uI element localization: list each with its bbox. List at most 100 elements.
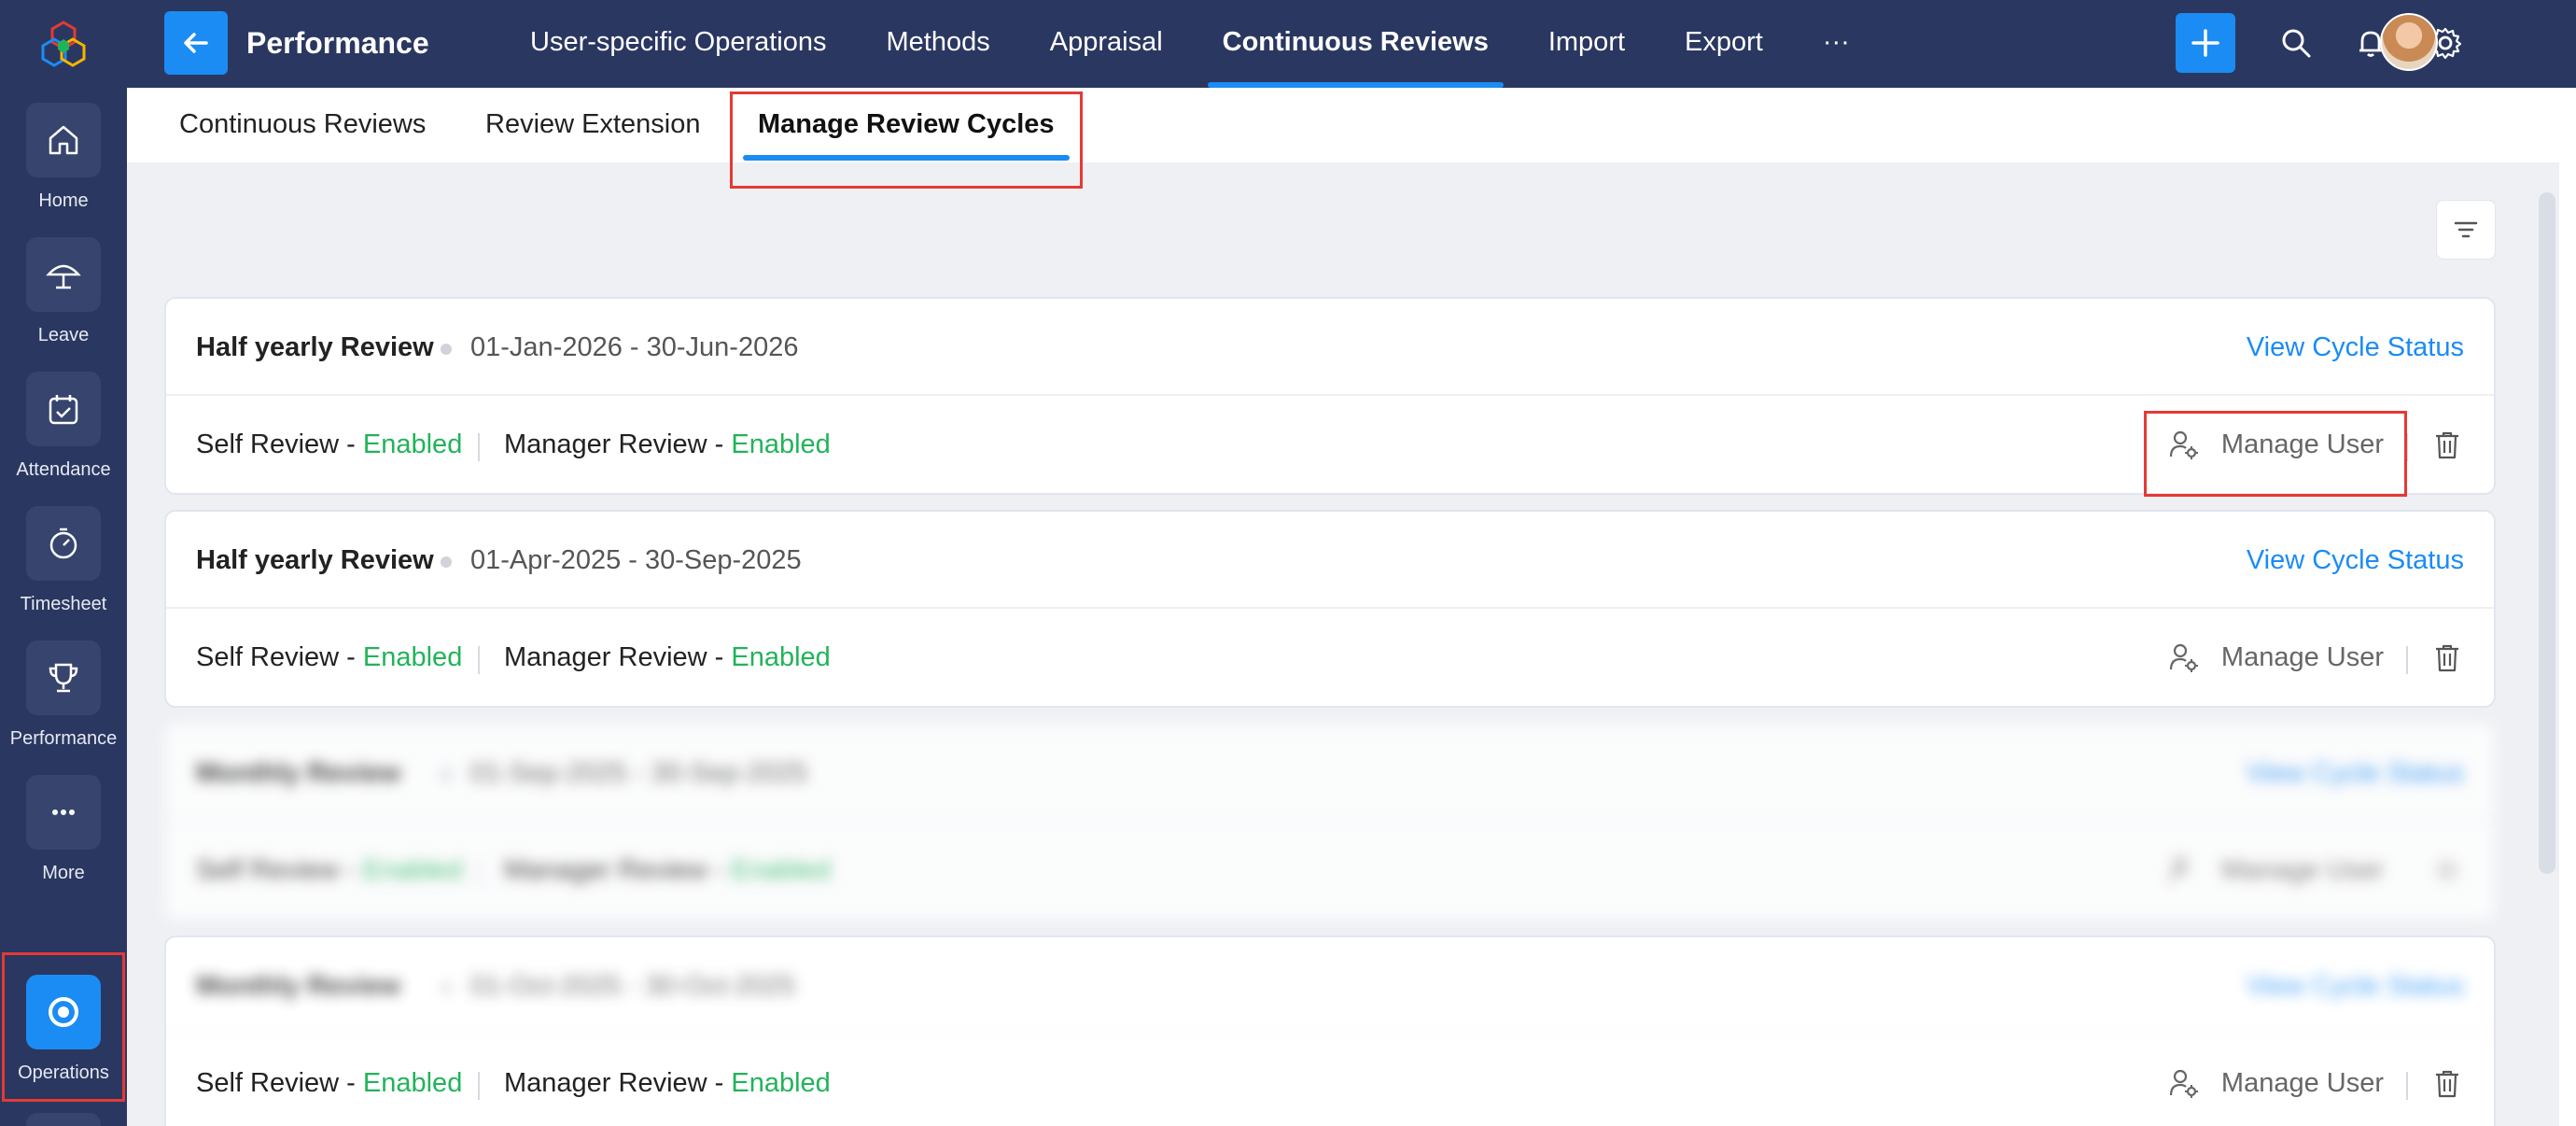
rail-item-label: More (42, 863, 85, 883)
view-cycle-status-link[interactable]: View Cycle Status (2247, 758, 2464, 789)
filter-button[interactable] (2436, 200, 2496, 260)
rail-item-label: Leave (37, 325, 90, 345)
view-cycle-status-link[interactable]: View Cycle Status (2247, 332, 2464, 363)
manage-user-button[interactable]: Manage User (2165, 1063, 2384, 1104)
rail-item-more[interactable]: More (0, 775, 127, 884)
self-review-label: Self Review - (196, 1068, 363, 1098)
self-review-value: Enabled (362, 642, 463, 672)
user-settings-icon (2165, 639, 2203, 676)
manager-review-value: Enabled (731, 1068, 831, 1098)
nav-methods[interactable]: Methods (857, 0, 1020, 88)
self-review-value: Enabled (362, 855, 463, 885)
scrollbar-thumb[interactable] (2539, 192, 2555, 874)
self-review-status: Self Review - Enabled (196, 429, 462, 460)
manager-review-label: Manager Review - (504, 1068, 732, 1098)
divider (478, 859, 480, 887)
manage-user-button[interactable]: Manage User (2165, 637, 2384, 678)
scroll-track (2559, 88, 2576, 1126)
view-cycle-status-link[interactable]: View Cycle Status (2247, 971, 2464, 1002)
separator-dot (441, 982, 452, 993)
manager-review-status: Manager Review - Enabled (504, 642, 831, 673)
separator-dot (441, 769, 452, 781)
subtab-review-extension[interactable]: Review Extension (485, 88, 701, 162)
rail-item-partial (26, 1113, 101, 1126)
subtab-label: Continuous Reviews (179, 109, 427, 139)
manager-review-value: Enabled (731, 855, 831, 885)
subtab-label: Review Extension (485, 109, 701, 139)
rail-item-timesheet[interactable]: Timesheet (0, 506, 127, 615)
nav-export[interactable]: Export (1655, 0, 1793, 88)
divider (478, 433, 480, 461)
search-icon[interactable] (2277, 24, 2315, 62)
add-button[interactable] (2176, 13, 2235, 73)
review-cycle-card: Monthly Review 01-Oct-2025 - 30-Oct-2025… (164, 936, 2496, 1126)
self-review-value: Enabled (362, 429, 463, 459)
self-review-value: Enabled (362, 1068, 463, 1098)
rail-item-label: Home (38, 190, 89, 211)
rail-item-leave[interactable]: Leave (0, 237, 127, 346)
cycle-name: Half yearly Review (196, 332, 434, 362)
nav-more-menu[interactable]: ··· (1793, 0, 1880, 88)
divider (478, 646, 480, 674)
separator-dot (441, 344, 452, 355)
user-settings-icon (2165, 852, 2203, 889)
self-review-label: Self Review - (196, 642, 363, 672)
more-dots-icon (26, 775, 101, 850)
separator-dot (441, 556, 452, 568)
operations-highlight-box (2, 952, 125, 1102)
self-review-status: Self Review - Enabled (196, 1068, 462, 1099)
divider (2406, 1072, 2408, 1100)
rail-item-label: Timesheet (20, 594, 107, 614)
trash-icon[interactable] (2429, 1064, 2466, 1102)
top-nav: User-specific Operations Methods Apprais… (500, 0, 1880, 88)
manage-user-label: Manage User (2220, 854, 2384, 885)
manager-review-value: Enabled (731, 642, 831, 672)
user-avatar[interactable] (2380, 13, 2438, 71)
divider (478, 1072, 480, 1100)
subtab-bar: Continuous Reviews Review Extension Mana… (127, 88, 2559, 162)
self-review-status: Self Review - Enabled (196, 855, 462, 886)
manager-review-status: Manager Review - Enabled (504, 429, 831, 460)
view-cycle-status-link[interactable]: View Cycle Status (2247, 545, 2464, 576)
manager-review-label: Manager Review - (504, 642, 732, 672)
nav-user-specific-operations[interactable]: User-specific Operations (500, 0, 857, 88)
rail-item-label: Performance (9, 728, 118, 749)
cycle-name: Monthly Review (196, 971, 401, 1001)
rail-item-performance[interactable]: Performance (0, 640, 127, 750)
review-cycle-card-blurred: Monthly Review 01-Sep-2025 - 30-Sep-2025… (164, 723, 2496, 921)
cycle-dates: 01-Oct-2025 - 30-Oct-2025 (470, 971, 796, 1001)
rail-item-home[interactable]: Home (0, 103, 127, 212)
plus-icon (2191, 29, 2219, 57)
manage-user-label: Manage User (2220, 1067, 2384, 1098)
app-logo-icon[interactable] (37, 19, 90, 71)
module-title: Performance (246, 26, 429, 60)
back-button[interactable] (164, 11, 228, 75)
self-review-label: Self Review - (196, 855, 363, 885)
arrow-left-icon (184, 33, 208, 53)
nav-continuous-reviews[interactable]: Continuous Reviews (1193, 0, 1519, 88)
trash-icon[interactable] (2429, 639, 2466, 676)
umbrella-icon (26, 237, 101, 312)
subtab-continuous-reviews[interactable]: Continuous Reviews (179, 88, 426, 162)
subtab-highlight-box (730, 91, 1083, 189)
self-review-status: Self Review - Enabled (196, 642, 462, 673)
trophy-icon (26, 640, 101, 715)
cycle-name: Half yearly Review (196, 545, 434, 575)
stopwatch-icon (26, 506, 101, 581)
home-icon (26, 103, 101, 177)
calendar-check-icon (26, 372, 101, 446)
cycle-dates: 01-Apr-2025 - 30-Sep-2025 (470, 545, 802, 575)
rail-item-label: Attendance (16, 459, 111, 480)
cycle-name: Monthly Review (196, 758, 401, 788)
trash-icon[interactable] (2429, 426, 2466, 463)
cycle-dates: 01-Jan-2026 - 30-Jun-2026 (470, 332, 799, 362)
cycle-dates: 01-Sep-2025 - 30-Sep-2025 (470, 758, 808, 788)
user-settings-icon (2165, 1064, 2203, 1102)
nav-import[interactable]: Import (1519, 0, 1655, 88)
manage-user-button[interactable]: Manage User (2165, 850, 2384, 891)
trash-icon[interactable] (2429, 852, 2466, 889)
manager-review-label: Manager Review - (504, 429, 732, 459)
manager-review-status: Manager Review - Enabled (504, 1068, 831, 1099)
rail-item-attendance[interactable]: Attendance (0, 372, 127, 481)
nav-appraisal[interactable]: Appraisal (1020, 0, 1193, 88)
